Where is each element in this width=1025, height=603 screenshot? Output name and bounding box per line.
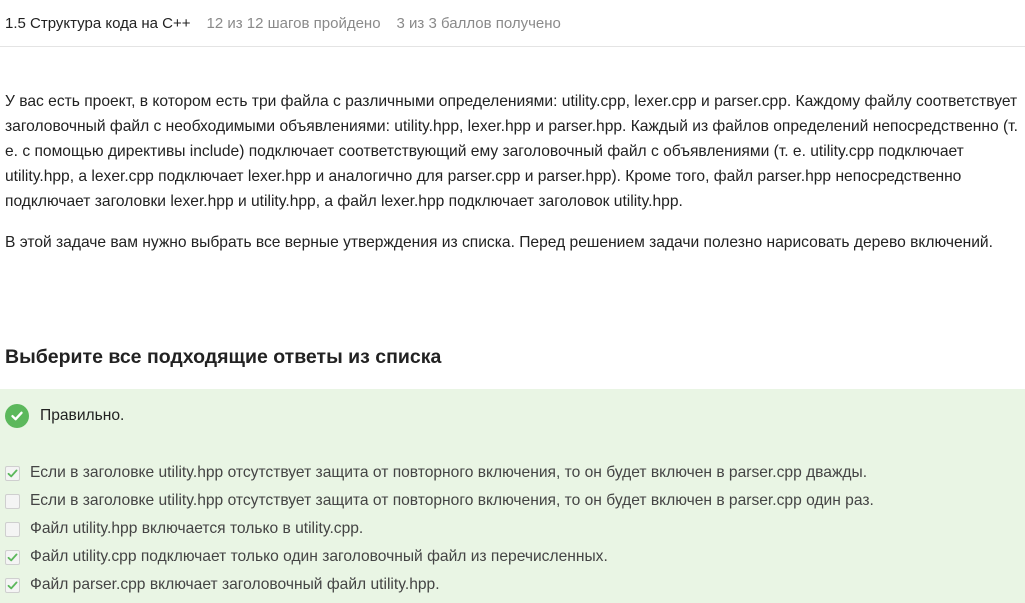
checkbox[interactable]	[5, 549, 20, 565]
option-label: Файл utility.hpp включается только в uti…	[30, 520, 364, 537]
answer-options: Если в заголовке utility.hpp отсутствует…	[5, 459, 874, 599]
answer-option[interactable]: Файл parser.cpp включает заголовочный фа…	[5, 571, 874, 599]
problem-paragraph: В этой задаче вам нужно выбрать все верн…	[5, 234, 993, 251]
checkmark-icon	[7, 553, 18, 561]
status-text: Правильно.	[40, 407, 125, 424]
lesson-header: 1.5 Структура кода на C++ 12 из 12 шагов…	[0, 0, 1025, 47]
checkmark-icon	[7, 469, 18, 477]
steps-progress: 12 из 12 шагов пройдено	[206, 14, 381, 32]
checkbox[interactable]	[5, 465, 20, 481]
answer-option[interactable]: Файл utility.cpp подключает только один …	[5, 543, 874, 571]
problem-statement: У вас есть проект, в котором есть три фа…	[5, 89, 1023, 271]
lesson-title[interactable]: 1.5 Структура кода на C++	[5, 15, 191, 32]
answer-option[interactable]: Если в заголовке utility.hpp отсутствует…	[5, 487, 874, 515]
option-label: Файл parser.cpp включает заголовочный фа…	[30, 576, 440, 593]
option-label: Если в заголовке utility.hpp отсутствует…	[30, 464, 868, 481]
checkmark-icon	[7, 581, 18, 589]
answer-panel: Правильно. Если в заголовке utility.hpp …	[0, 389, 1025, 603]
result-status: Правильно.	[5, 404, 124, 428]
checkbox[interactable]	[5, 493, 20, 509]
option-label: Если в заголовке utility.hpp отсутствует…	[30, 492, 874, 509]
question-heading: Выберите все подходящие ответы из списка	[5, 346, 442, 368]
checkbox[interactable]	[5, 577, 20, 593]
score-summary: 3 из 3 баллов получено	[396, 14, 561, 32]
check-circle-icon	[5, 404, 29, 428]
answer-option[interactable]: Файл utility.hpp включается только в uti…	[5, 515, 874, 543]
checkbox[interactable]	[5, 521, 20, 537]
option-label: Файл utility.cpp подключает только один …	[30, 548, 608, 565]
answer-option[interactable]: Если в заголовке utility.hpp отсутствует…	[5, 459, 874, 487]
problem-paragraph: У вас есть проект, в котором есть три фа…	[5, 93, 1018, 210]
